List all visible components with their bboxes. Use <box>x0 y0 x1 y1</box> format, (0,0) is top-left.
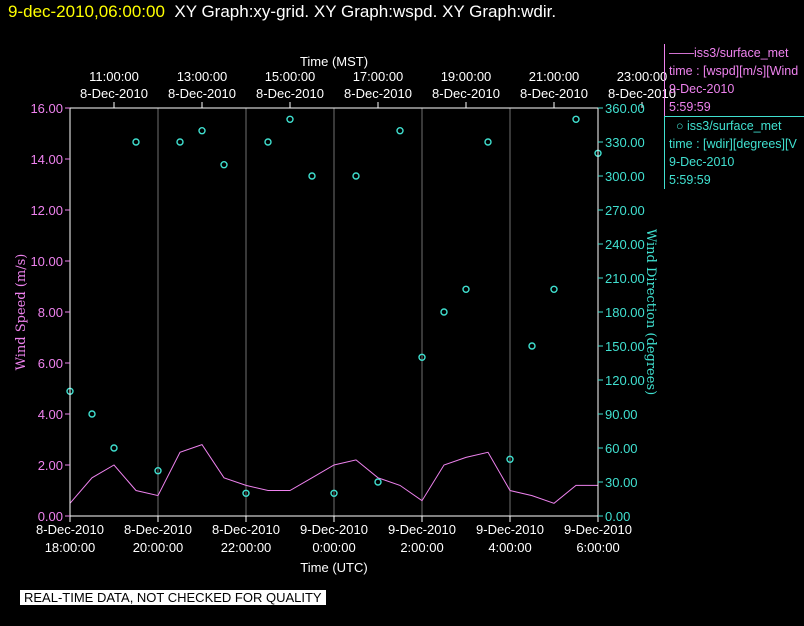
legend-wspd-date: 9-Dec-2010 <box>669 82 735 96</box>
bottom-tick-time-3: 0:00:00 <box>312 540 355 555</box>
left-tick-label-2: 4.00 <box>38 407 63 422</box>
y-axis-right-label: Wind Direction (degrees) <box>643 229 658 395</box>
top-tick-time-3: 17:00:00 <box>353 69 404 84</box>
left-tick-label-6: 12.00 <box>30 203 63 218</box>
legend-item-wspd[interactable]: ——iss3/surface_met time : [wspd][m/s][Wi… <box>664 44 804 116</box>
bottom-tick-time-1: 20:00:00 <box>133 540 184 555</box>
legend-wdir-desc: time : [wdir][degrees][V <box>669 137 797 151</box>
right-tick-label-9: 270.00 <box>605 203 645 218</box>
right-tick-label-10: 300.00 <box>605 169 645 184</box>
bottom-tick-date-6: 9-Dec-2010 <box>564 522 632 537</box>
wdir-point <box>462 285 470 293</box>
top-tick-date-5: 8-Dec-2010 <box>520 86 588 101</box>
left-tick-label-1: 2.00 <box>38 458 63 473</box>
bottom-tick-date-0: 8-Dec-2010 <box>36 522 104 537</box>
right-tick-label-11: 330.00 <box>605 135 645 150</box>
left-tick-label-8: 16.00 <box>30 101 63 116</box>
quality-notice: REAL-TIME DATA, NOT CHECKED FOR QUALITY <box>20 590 326 605</box>
top-tick-date-2: 8-Dec-2010 <box>256 86 324 101</box>
bottom-tick-time-0: 18:00:00 <box>45 540 96 555</box>
top-tick-date-1: 8-Dec-2010 <box>168 86 236 101</box>
bottom-tick-date-2: 8-Dec-2010 <box>212 522 280 537</box>
right-tick-label-5: 150.00 <box>605 339 645 354</box>
legend-wdir-time: 5:59:59 <box>669 173 711 187</box>
top-axis-label: Time (MST) <box>300 54 368 69</box>
top-tick-time-2: 15:00:00 <box>265 69 316 84</box>
top-tick-time-1: 13:00:00 <box>177 69 228 84</box>
legend-wspd-desc: time : [wspd][m/s][Wind <box>669 64 799 78</box>
legend: ——iss3/surface_met time : [wspd][m/s][Wi… <box>664 44 804 195</box>
axes: 8-Dec-2010 18:00:00 8-Dec-2010 20:00:00 8-De… <box>30 69 676 555</box>
wdir-point <box>440 308 448 316</box>
wdir-point <box>88 410 96 418</box>
left-tick-label-5: 10.00 <box>30 254 63 269</box>
wdir-point <box>264 138 272 146</box>
right-tick-label-3: 90.00 <box>605 407 638 422</box>
wdir-point <box>308 172 316 180</box>
top-tick-time-5: 21:00:00 <box>529 69 580 84</box>
right-tick-label-2: 60.00 <box>605 441 638 456</box>
legend-wspd-time: 5:59:59 <box>669 100 711 114</box>
wdir-point <box>352 172 360 180</box>
legend-wdir-date: 9-Dec-2010 <box>669 155 735 169</box>
bottom-tick-date-1: 8-Dec-2010 <box>124 522 192 537</box>
wdir-point <box>572 115 580 124</box>
right-tick-label-0: 0.00 <box>605 509 630 524</box>
right-tick-label-4: 120.00 <box>605 373 645 388</box>
legend-item-wdir[interactable]: ○ iss3/surface_met time : [wdir][degrees… <box>664 116 804 189</box>
right-tick-label-6: 180.00 <box>605 305 645 320</box>
wdir-point <box>132 138 140 146</box>
right-tick-label-1: 30.00 <box>605 475 638 490</box>
wdir-point <box>220 160 228 169</box>
right-tick-label-7: 210.00 <box>605 271 645 286</box>
legend-wdir-name: ○ iss3/surface_met <box>669 119 782 133</box>
grid-lines <box>157 108 511 516</box>
top-tick-date-4: 8-Dec-2010 <box>432 86 500 101</box>
y-axis-left-label: Wind Speed (m/s) <box>14 254 29 371</box>
wdir-point <box>550 285 558 293</box>
right-tick-label-8: 240.00 <box>605 237 645 252</box>
top-tick-date-3: 8-Dec-2010 <box>344 86 412 101</box>
left-tick-label-0: 0.00 <box>38 509 63 524</box>
top-tick-date-0: 8-Dec-2010 <box>80 86 148 101</box>
bottom-tick-time-4: 2:00:00 <box>400 540 443 555</box>
wdir-point <box>110 444 118 452</box>
left-tick-label-3: 6.00 <box>38 356 63 371</box>
top-tick-time-6: 23:00:00 <box>617 69 668 84</box>
bottom-tick-date-5: 9-Dec-2010 <box>476 522 544 537</box>
bottom-tick-date-4: 9-Dec-2010 <box>388 522 456 537</box>
bottom-tick-time-6: 6:00:00 <box>576 540 619 555</box>
right-tick-label-12: 360.00 <box>605 101 645 116</box>
bottom-tick-time-2: 22:00:00 <box>221 540 272 555</box>
wdir-point <box>374 478 382 486</box>
bottom-tick-time-5: 4:00:00 <box>488 540 531 555</box>
x-axis-label: Time (UTC) <box>300 560 367 575</box>
wdir-point <box>198 126 206 135</box>
wdir-point <box>484 138 492 146</box>
bottom-tick-date-3: 9-Dec-2010 <box>300 522 368 537</box>
left-tick-label-4: 8.00 <box>38 305 63 320</box>
wdir-point <box>286 115 294 124</box>
left-tick-label-7: 14.00 <box>30 152 63 167</box>
wdir-point <box>528 342 536 350</box>
wdir-point <box>176 138 184 146</box>
legend-wspd-name: ——iss3/surface_met <box>669 46 789 60</box>
wdir-point <box>396 126 404 135</box>
top-tick-time-0: 11:00:00 <box>89 69 139 84</box>
top-tick-time-4: 19:00:00 <box>441 69 492 84</box>
